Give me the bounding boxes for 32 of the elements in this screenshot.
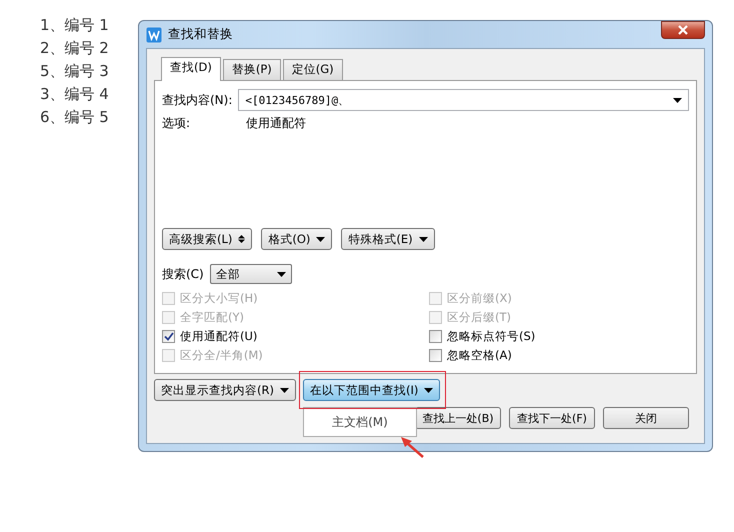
dialog-button[interactable]: 查找下一处(F) xyxy=(509,407,595,429)
format-button[interactable]: 特殊格式(E) xyxy=(341,228,435,250)
dialog-button[interactable]: 查找上一处(B) xyxy=(415,407,501,429)
checkbox-label: 区分前缀(X) xyxy=(447,291,512,306)
list-item-text: 6、编号 5 xyxy=(40,108,110,127)
format-button[interactable]: 高级搜索(L) xyxy=(162,228,252,250)
window-title: 查找和替换 xyxy=(168,26,233,43)
options-label: 选项: xyxy=(162,115,190,132)
list-item-text: 2、编号 2 xyxy=(40,39,110,58)
list-item-text: 1、编号 1 xyxy=(40,16,110,35)
checkbox-label: 区分大小写(H) xyxy=(180,291,258,306)
field-label: 查找内容(N): xyxy=(162,92,232,108)
find-in-dropdown-button[interactable]: 在以下范围中查找(I) xyxy=(302,379,440,401)
list-item-text: 3、编号 4 xyxy=(40,85,110,104)
list-item-text: 5、编号 3 xyxy=(40,62,110,81)
tab[interactable]: 定位(G) xyxy=(282,59,343,80)
checkbox-label: 使用通配符(U) xyxy=(180,329,258,344)
checkbox-label: 区分全/半角(M) xyxy=(180,348,263,363)
checkbox-label: 区分后缀(T) xyxy=(447,310,511,325)
menu-item[interactable]: 主文档(M) xyxy=(328,412,392,432)
checkbox-label: 全字匹配(Y) xyxy=(180,310,244,325)
format-button[interactable]: 格式(O) xyxy=(261,228,332,250)
search-label: 搜索(C) xyxy=(162,266,204,282)
options-value: 使用通配符 xyxy=(246,115,306,132)
search-dropdown[interactable]: 全部 xyxy=(210,264,292,284)
checkbox-label: 忽略空格(A) xyxy=(447,348,512,363)
checkbox-label: 忽略标点符号(S) xyxy=(447,329,536,344)
tab[interactable]: 替换(P) xyxy=(222,59,281,80)
dialog-button[interactable]: 关闭 xyxy=(603,407,689,429)
find-what-combo[interactable]: <[0123456789]@、 xyxy=(238,89,689,111)
tab[interactable]: 查找(D) xyxy=(161,57,221,81)
highlight-dropdown-button[interactable]: 突出显示查找内容(R) xyxy=(154,379,296,401)
